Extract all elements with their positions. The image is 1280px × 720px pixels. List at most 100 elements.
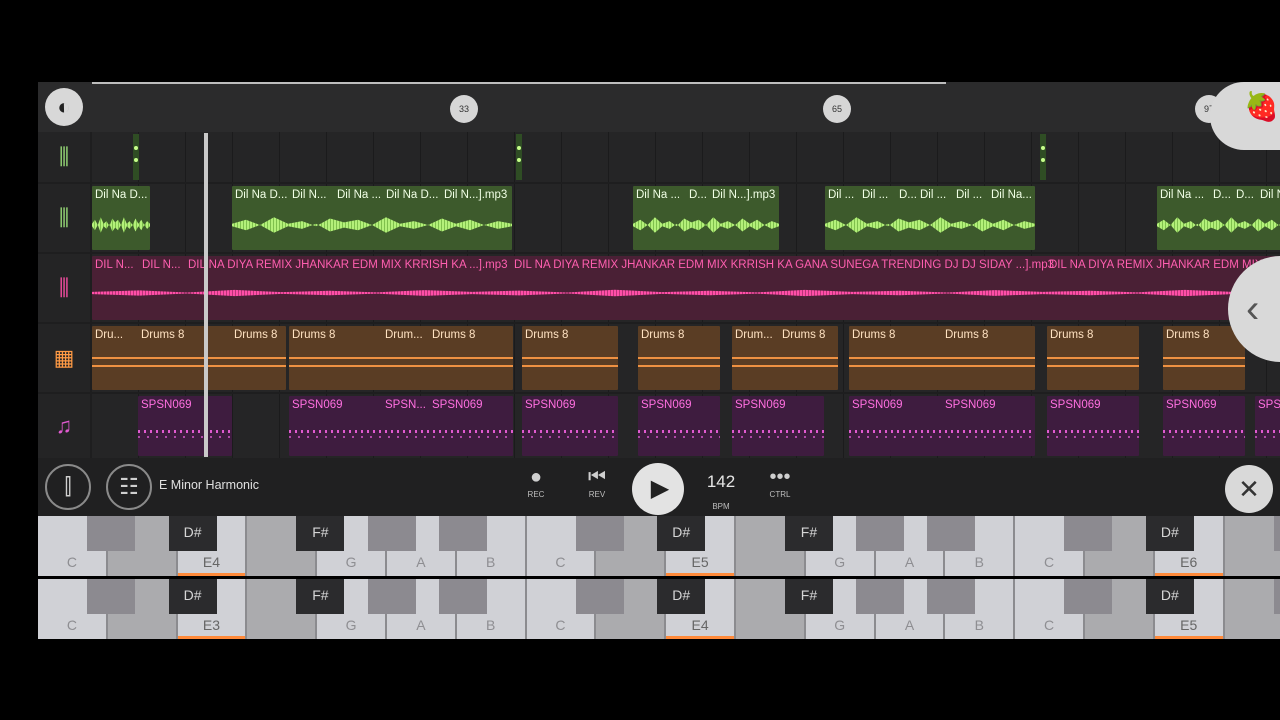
black-key[interactable] — [856, 579, 905, 614]
automation-marker[interactable] — [1040, 134, 1046, 180]
black-key[interactable]: D# — [1145, 516, 1194, 551]
black-key[interactable]: F# — [784, 579, 833, 614]
pattern-clip[interactable]: SPSN069 — [522, 396, 618, 456]
audio-clip[interactable]: Dil Na ... D... Dil N...].mp3 — [633, 186, 779, 250]
black-key[interactable] — [367, 516, 416, 551]
key-label: E6 — [1180, 554, 1198, 570]
pattern-clip[interactable]: Drum... Drums 8 — [732, 326, 838, 390]
black-key[interactable] — [575, 579, 624, 614]
key-label: A — [904, 617, 915, 633]
black-key[interactable]: F# — [784, 516, 833, 551]
pattern-clip[interactable]: Drums 8 — [638, 326, 720, 390]
key-label: G — [834, 554, 846, 570]
track-lane[interactable]: Dru... Drums 8 Drums 8 Drums 8 Drum... D… — [92, 324, 1280, 392]
waveform-icon[interactable]: ⫼ — [38, 184, 90, 252]
pattern-clip[interactable]: SPSN069 SPSN069 — [849, 396, 1035, 456]
black-key[interactable]: F# — [296, 579, 345, 614]
key-label: G — [345, 554, 357, 570]
black-key[interactable]: D# — [168, 579, 217, 614]
play-button[interactable]: ▶ — [632, 463, 684, 515]
black-key[interactable] — [927, 579, 976, 614]
timeline-ruler[interactable]: ◐ 33 65 97 — [38, 82, 1280, 132]
clip-label: SPSN069 — [432, 399, 483, 411]
close-keyboard-button[interactable]: ✕ — [1225, 465, 1273, 513]
record-button[interactable]: ● REC — [522, 464, 550, 499]
pattern-clip[interactable]: SPSN069 SPSN... SPSN069 — [289, 396, 513, 456]
black-key[interactable] — [86, 579, 135, 614]
black-key[interactable]: D# — [168, 516, 217, 551]
fl-studio-logo-icon[interactable]: 🍓 — [1210, 82, 1280, 150]
automation-marker[interactable] — [133, 134, 139, 180]
track-lane[interactable] — [92, 132, 1280, 182]
clip-label: Dil N — [1260, 189, 1280, 201]
key-label: E4 — [202, 554, 221, 570]
pattern-clip[interactable]: SPSN069 — [638, 396, 720, 456]
key-label: A — [416, 617, 426, 633]
black-key[interactable] — [1273, 516, 1280, 551]
black-key[interactable] — [1064, 579, 1113, 614]
clip-label: DIL N... — [142, 259, 181, 271]
clip-label: Drums 8 — [852, 329, 896, 341]
audio-clip[interactable]: Dil Na D... — [92, 186, 150, 250]
pattern-clip[interactable]: SPSN069 — [1163, 396, 1245, 456]
key-label: B — [486, 617, 496, 633]
black-key[interactable] — [367, 579, 416, 614]
pattern-clip[interactable]: SPSN069 — [1047, 396, 1139, 456]
automation-marker[interactable] — [516, 134, 522, 180]
pattern-clip[interactable]: Drums 8 Drums 8 — [849, 326, 1035, 390]
track-lane[interactable]: DIL N... DIL N... DIL NA DIYA REMIX JHAN… — [92, 254, 1280, 322]
key-label: E5 — [1180, 617, 1198, 633]
pattern-clip[interactable]: Drums 8 Drum... Drums 8 — [289, 326, 513, 390]
scale-label[interactable]: E Minor Harmonic — [159, 478, 259, 492]
clip-label: Drums 8 — [782, 329, 826, 341]
pattern-clip[interactable]: Drums 8 — [522, 326, 618, 390]
key-label: A — [416, 554, 426, 570]
audio-clip[interactable]: Dil ... Dil ... D... Dil ... Dil ... Dil… — [825, 186, 1035, 250]
ctrl-button[interactable]: ••• CTRL — [762, 464, 798, 499]
black-key[interactable]: D# — [1145, 579, 1194, 614]
black-key[interactable]: D# — [657, 579, 706, 614]
rewind-button[interactable]: ⏮ REV — [583, 464, 611, 499]
audio-clip[interactable]: DIL N... DIL N... DIL NA DIYA REMIX JHAN… — [92, 256, 1280, 320]
black-key[interactable] — [927, 516, 976, 551]
white-key[interactable] — [1224, 516, 1280, 576]
track-automation: ⫼ — [38, 132, 1280, 182]
black-key[interactable] — [856, 516, 905, 551]
bpm-value[interactable]: 142 — [704, 472, 738, 492]
audio-clip[interactable]: Dil Na ... D... D... Dil N — [1157, 186, 1280, 250]
key-label: F# — [312, 587, 329, 603]
track-audio-1: ⫼ Dil Na D... Dil Na D... Dil N... Dil N… — [38, 184, 1280, 252]
waveform-icon[interactable]: ⫼ — [38, 132, 90, 182]
clip-label: SPSN069 — [1166, 399, 1217, 411]
pattern-clip[interactable]: Drums 8 — [1047, 326, 1139, 390]
black-key[interactable] — [86, 516, 135, 551]
black-key[interactable] — [1064, 516, 1113, 551]
black-key[interactable] — [438, 516, 487, 551]
black-key[interactable]: D# — [657, 516, 706, 551]
song-scrollbar[interactable] — [92, 82, 946, 84]
pattern-clip[interactable]: Drums 8 — [1163, 326, 1245, 390]
track-lane[interactable]: SPSN069 SPSN069 SPSN... SPSN069 SPSN069 … — [92, 394, 1280, 458]
piano-keys-icon[interactable]: ♫ — [38, 394, 90, 458]
track-lane[interactable]: Dil Na D... Dil Na D... Dil N... Dil Na … — [92, 184, 1280, 252]
black-key[interactable] — [1273, 579, 1280, 614]
black-key[interactable] — [575, 516, 624, 551]
pattern-clip[interactable]: Dru... Drums 8 Drums 8 — [92, 326, 286, 390]
bar-marker-33[interactable]: 33 — [450, 95, 478, 123]
clip-label: SPSN... — [385, 399, 426, 411]
piano-settings-icon[interactable]: ☷ — [106, 464, 152, 510]
pattern-clip[interactable]: SPSN069 — [732, 396, 824, 456]
pattern-clip[interactable]: SPSN069 — [138, 396, 232, 456]
bar-marker-65[interactable]: 65 — [823, 95, 851, 123]
mixer-icon[interactable]: ⫿ — [45, 464, 91, 510]
menu-logo-icon[interactable]: ◐ — [45, 88, 83, 126]
black-key[interactable]: F# — [296, 516, 345, 551]
clip-label: SPS — [1258, 399, 1280, 411]
audio-clip[interactable]: Dil Na D... Dil N... Dil Na ... Dil Na D… — [232, 186, 512, 250]
black-key[interactable] — [438, 579, 487, 614]
playhead[interactable] — [204, 133, 208, 457]
pattern-clip[interactable]: SPS — [1255, 396, 1280, 456]
white-key[interactable] — [1224, 579, 1280, 639]
waveform-icon[interactable]: ⫼ — [38, 254, 90, 322]
drum-pads-icon[interactable]: ▦ — [38, 324, 90, 392]
